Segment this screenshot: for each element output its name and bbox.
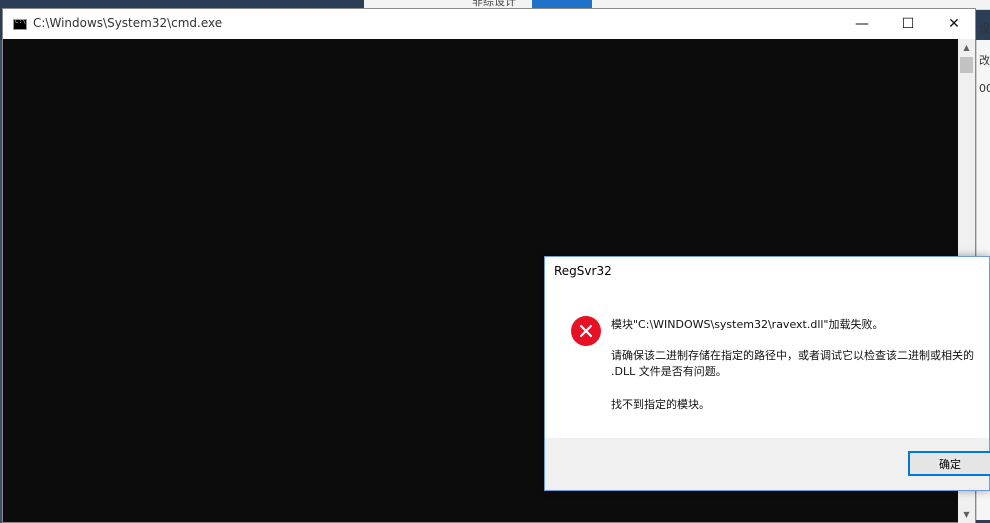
cmd-window-title: C:\Windows\System32\cmd.exe <box>33 16 223 30</box>
maximize-icon: ☐ <box>901 16 915 32</box>
minimize-button[interactable]: — <box>839 9 885 39</box>
background-right-text-1: 设 <box>979 22 990 35</box>
regsvr32-dialog[interactable]: RegSvr32 模块"C:\WINDOWS\system32\ravext.d… <box>544 256 990 491</box>
dialog-message-line3: .DLL 文件是否有问题。 <box>611 365 727 378</box>
background-right-text-2: 改 <box>979 54 990 67</box>
scroll-down-icon[interactable]: ▼ <box>958 506 975 523</box>
scroll-up-icon[interactable]: ▲ <box>958 39 975 56</box>
close-icon: ✕ <box>948 16 960 32</box>
close-button[interactable]: ✕ <box>931 9 977 39</box>
scrollbar-thumb[interactable] <box>960 57 973 73</box>
dialog-message-line2: 请确保该二进制存储在指定的路径中，或者调试它以检查该二进制或相关的 <box>611 349 974 362</box>
dialog-message-line4: 找不到指定的模块。 <box>611 398 710 411</box>
maximize-button[interactable]: ☐ <box>885 9 931 39</box>
cmd-app-icon <box>13 18 27 30</box>
dialog-footer: 确定 <box>545 438 990 490</box>
dialog-title: RegSvr32 <box>554 264 612 278</box>
background-right-text-3: 00 <box>979 82 990 95</box>
minimize-icon: — <box>855 16 869 32</box>
dialog-message-line1: 模块"C:\WINDOWS\system32\ravext.dll"加载失败。 <box>611 318 884 331</box>
error-cross-icon <box>579 324 593 338</box>
ok-button[interactable]: 确定 <box>908 451 990 476</box>
cmd-titlebar[interactable]: C:\Windows\System32\cmd.exe — ☐ ✕ <box>3 9 975 39</box>
error-icon <box>571 316 601 346</box>
